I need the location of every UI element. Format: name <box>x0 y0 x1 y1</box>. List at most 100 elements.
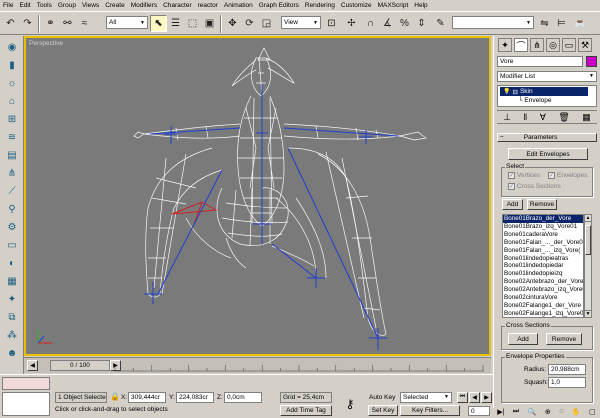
scroll-thumb[interactable] <box>585 225 591 255</box>
maxscript-listener[interactable] <box>2 377 50 390</box>
cross-section-add-button[interactable]: Add <box>508 333 538 345</box>
current-frame-field[interactable]: 0 <box>468 406 490 416</box>
space-warp-icon[interactable]: ≋ <box>4 130 20 144</box>
bone-list-item[interactable]: Bone01lindedopiedar <box>503 262 583 270</box>
perspective-viewport[interactable]: Perspective <box>24 36 491 356</box>
bind-space-warp-icon[interactable]: ≈ <box>76 15 93 32</box>
reference-coordinate-dropdown[interactable]: View ▼ <box>281 16 321 29</box>
selection-filter-dropdown[interactable]: All ▼ <box>106 16 148 29</box>
object-name-field[interactable]: Vore <box>497 56 583 67</box>
select-by-name-icon[interactable]: ☰ <box>167 15 184 32</box>
menu-help[interactable]: Help <box>414 2 427 9</box>
light-icon[interactable]: ☼ <box>4 76 20 90</box>
stack-item-envelope[interactable]: └ Envelope <box>518 97 552 104</box>
y-coord-field[interactable]: 224,083cr <box>176 392 214 403</box>
lock-selection-icon[interactable]: 🔒 <box>110 392 120 401</box>
select-rotate-icon[interactable]: ⟳ <box>241 15 258 32</box>
zoom-icon[interactable]: 🔍 <box>528 408 537 418</box>
pan-icon[interactable]: ✋ <box>572 408 581 418</box>
play-icon[interactable]: ▶ <box>481 392 492 403</box>
select-link-icon[interactable]: ⚭ <box>42 15 59 32</box>
menu-character[interactable]: Character <box>163 2 192 9</box>
utilities-tab-icon[interactable]: ⚒ <box>578 38 592 52</box>
create-tab-icon[interactable]: ✦ <box>498 38 512 52</box>
remove-bone-button[interactable]: Remove <box>527 199 557 210</box>
menu-reactor[interactable]: reactor <box>198 2 218 9</box>
configure-sets-icon[interactable]: ▦ <box>582 112 591 123</box>
bone-list-item[interactable]: Bone01lindedopieizq <box>503 270 583 278</box>
x-coord-field[interactable]: 309,444cr <box>128 392 166 403</box>
bone-list-item[interactable]: Bone01caderaVore <box>503 231 583 239</box>
zoom-all-icon[interactable]: ⊕ <box>545 408 551 418</box>
time-slider[interactable]: 0 / 100 <box>50 360 110 371</box>
menu-customize[interactable]: Customize <box>341 2 372 9</box>
snap-toggle-icon[interactable]: ∩ <box>362 15 379 32</box>
angle-snap-icon[interactable]: ∡ <box>379 15 396 32</box>
menu-edit[interactable]: Edit <box>19 2 30 9</box>
redo-icon[interactable]: ↷ <box>19 15 36 32</box>
undo-icon[interactable]: ↶ <box>2 15 19 32</box>
bone-list-item[interactable]: Bone01lindedopieatras <box>503 255 583 263</box>
object-color-swatch[interactable] <box>586 56 597 67</box>
remove-modifier-icon[interactable]: 🗑 <box>558 112 569 123</box>
percent-snap-icon[interactable]: % <box>396 15 413 32</box>
motion-tab-icon[interactable]: ◎ <box>546 38 560 52</box>
align-icon[interactable]: ⊨ <box>553 15 570 32</box>
bone-list-item[interactable]: Bone01Brazo_der_Vore <box>503 215 583 223</box>
prev-frame-icon[interactable]: ◀ <box>27 360 38 371</box>
display-tab-icon[interactable]: ▭ <box>562 38 576 52</box>
pin-stack-icon[interactable]: ⊥ <box>503 112 511 123</box>
previous-key-icon[interactable]: ◀ <box>469 392 480 403</box>
go-to-end-icon[interactable]: ⏭ <box>513 408 519 418</box>
bone-icon[interactable]: ⟋ <box>4 184 20 198</box>
go-to-start-icon[interactable]: ⏮ <box>457 392 468 403</box>
helper-icon[interactable]: ⊞ <box>4 112 20 126</box>
menu-modifiers[interactable]: Modifiers <box>131 2 157 9</box>
menu-animation[interactable]: Animation <box>224 2 253 9</box>
set-key-button[interactable]: Set Key <box>368 405 398 416</box>
bone-list-item[interactable]: Bone02Falange1_izq_Vore01 <box>503 310 583 317</box>
effects-icon[interactable]: ✦ <box>4 292 20 306</box>
make-unique-icon[interactable]: ∀ <box>540 112 546 123</box>
camera-icon[interactable]: ⌂ <box>4 94 20 108</box>
menu-views[interactable]: Views <box>82 2 99 9</box>
orbit-icon[interactable]: ◌ <box>559 408 563 418</box>
spinner-snap-icon[interactable]: ⇕ <box>413 15 430 32</box>
set-key-icon[interactable]: ⚷ <box>336 393 364 415</box>
parameters-rollout-header[interactable]: − Parameters <box>497 133 597 142</box>
select-scale-icon[interactable]: ◲ <box>258 15 275 32</box>
hierarchy-tab-icon[interactable]: ⋔ <box>530 38 544 52</box>
radius-spinner[interactable]: 20,988cm <box>548 364 586 375</box>
bone-list-item[interactable]: Bone02Falange1_der_Vore <box>503 302 583 310</box>
hierarchy-icon[interactable]: ⋔ <box>4 166 20 180</box>
character-icon[interactable]: ☻ <box>4 346 20 360</box>
bone-list-item[interactable]: Bone02cinturaVore <box>503 294 583 302</box>
particles-icon[interactable]: ⁂ <box>4 328 20 342</box>
modifier-stack-icon[interactable]: ▤ <box>4 148 20 162</box>
modifier-list-dropdown[interactable]: Modifier List ▼ <box>497 71 597 82</box>
cylinder-icon[interactable]: ▮ <box>4 58 20 72</box>
schematic-icon[interactable]: ⧉ <box>4 310 20 324</box>
menu-maxscript[interactable]: MAXScript <box>378 2 409 9</box>
envelopes-checkbox[interactable]: ✓ Envelopes <box>548 172 587 179</box>
next-key-icon[interactable]: ▶| <box>497 408 504 418</box>
squash-spinner[interactable]: 1,0 <box>548 377 586 388</box>
key-filters-button[interactable]: Key Filters... <box>400 405 460 416</box>
named-selection-icon[interactable]: ✎ <box>432 15 449 32</box>
bone-list-item[interactable]: Bone01Brazo_izq_Vore01 <box>503 223 583 231</box>
cross-sections-checkbox[interactable]: ✓ Cross Sections <box>508 183 561 190</box>
display-icon[interactable]: ▭ <box>4 238 20 252</box>
scroll-up-icon[interactable]: ▲ <box>585 215 591 222</box>
named-selection-sets-dropdown[interactable]: ▼ <box>452 16 534 29</box>
expand-icon[interactable]: ⊟ <box>512 88 517 96</box>
mirror-icon[interactable]: ⇋ <box>536 15 553 32</box>
menu-group[interactable]: Group <box>58 2 76 9</box>
menu-create[interactable]: Create <box>105 2 125 9</box>
modify-tab-icon[interactable]: ⌒ <box>514 38 528 52</box>
vertices-checkbox[interactable]: ✓ Vertices <box>508 172 540 179</box>
add-time-tag-button[interactable]: Add Time Tag <box>280 405 332 416</box>
cross-section-remove-button[interactable]: Remove <box>546 333 582 345</box>
menu-tools[interactable]: Tools <box>37 2 52 9</box>
render-setup-icon[interactable]: ▦ <box>4 274 20 288</box>
show-end-result-icon[interactable]: ‖ <box>524 112 528 122</box>
